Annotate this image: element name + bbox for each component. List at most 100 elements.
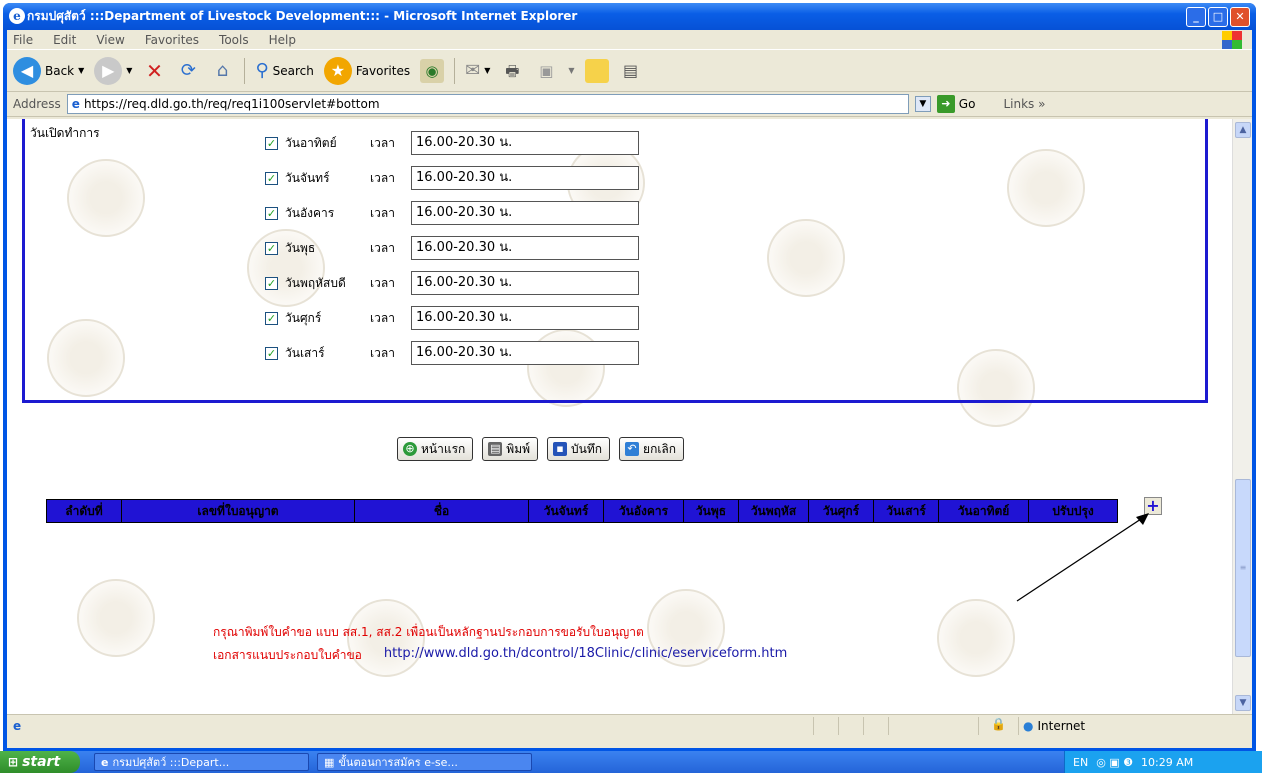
tuesday-checkbox[interactable]: ✓ (265, 206, 278, 220)
col-license-number: เลขที่ใบอนุญาต (122, 500, 355, 522)
vertical-scrollbar[interactable]: ▲ ≡ ▼ (1232, 119, 1252, 714)
discuss-icon[interactable] (584, 58, 609, 83)
status-bar: e 🔒 ● Internet (7, 714, 1252, 736)
media-icon[interactable]: ◉ (420, 58, 445, 83)
print-icon[interactable]: 🖶 (500, 59, 524, 83)
taskbar: ⊞ start e กรมปศุสัตว์ :::Depart... ▦ ขั้… (0, 751, 1262, 773)
mail-button[interactable]: ✉ ▼ (465, 60, 490, 81)
col-saturday: วันเสาร์ (874, 500, 939, 522)
license-table-header: ลำดับที่ เลขที่ใบอนุญาต ชื่อ วันจันทร์ ว… (46, 499, 1118, 523)
menu-bar: File Edit View Favorites Tools Help (7, 30, 1252, 50)
tuesday-time-input[interactable]: 16.00-20.30 น. (411, 201, 639, 225)
day-row-thursday: ✓ วันพฤหัสบดี เวลา 16.00-20.30 น. (265, 270, 639, 296)
address-url: https://req.dld.go.th/req/req1i100servle… (83, 97, 380, 111)
status-segment (813, 716, 838, 735)
refresh-icon[interactable]: ⟳ (176, 59, 200, 83)
saturday-time-input[interactable]: 16.00-20.30 น. (411, 341, 639, 365)
word-document-icon: ▦ (324, 755, 335, 769)
toolbar-divider (454, 57, 456, 84)
title-bar[interactable]: e กรมปศุสัตว์ :::Department of Livestock… (3, 3, 1256, 30)
clock: 10:29 AM (1141, 755, 1194, 769)
address-input[interactable]: e https://req.dld.go.th/req/req1i100serv… (66, 94, 909, 114)
taskbar-item-document[interactable]: ▦ ขั้นตอนการสมัคร e-se... (317, 753, 532, 771)
friday-time-input[interactable]: 16.00-20.30 น. (411, 306, 639, 330)
toolbar-divider (244, 57, 246, 84)
day-row-friday: ✓ วันศุกร์ เวลา 16.00-20.30 น. (265, 305, 639, 331)
research-icon[interactable]: ▤ (619, 59, 643, 83)
thursday-time-input[interactable]: 16.00-20.30 น. (411, 271, 639, 295)
tray-network-icon[interactable]: ◎ ▣ ❸ (1096, 756, 1133, 769)
menu-favorites[interactable]: Favorites (145, 33, 199, 47)
forward-arrow-icon: ▶ (94, 56, 123, 85)
monday-checkbox[interactable]: ✓ (265, 171, 278, 185)
forward-button[interactable]: ▶ ▼ (94, 56, 132, 85)
favorites-button[interactable]: ★ Favorites (323, 56, 410, 85)
print-button[interactable]: ▤ พิมพ์ (482, 437, 539, 461)
menu-view[interactable]: View (96, 33, 124, 47)
windows-logo-icon (1222, 31, 1242, 49)
taskbar-item-browser[interactable]: e กรมปศุสัตว์ :::Depart... (94, 753, 309, 771)
search-icon: ⚲ (255, 60, 269, 81)
lock-icon: 🔒 (978, 716, 1018, 735)
home-icon[interactable]: ⌂ (210, 59, 234, 83)
menu-file[interactable]: File (13, 33, 33, 47)
back-button[interactable]: ◀ Back ▼ (13, 56, 84, 85)
col-order: ลำดับที่ (47, 500, 122, 522)
mail-icon: ✉ (465, 60, 481, 81)
saturday-checkbox[interactable]: ✓ (265, 346, 278, 360)
menu-tools[interactable]: Tools (219, 33, 249, 47)
start-button[interactable]: ⊞ start (0, 751, 80, 773)
home-button[interactable]: ⊕ หน้าแรก (397, 437, 474, 461)
wednesday-checkbox[interactable]: ✓ (265, 241, 278, 255)
sunday-time-input[interactable]: 16.00-20.30 น. (411, 131, 639, 155)
ie-icon: e (101, 755, 109, 769)
language-indicator[interactable]: EN (1073, 756, 1088, 769)
go-button[interactable]: ➜ Go (936, 95, 975, 113)
minimize-button[interactable]: _ (1186, 7, 1206, 27)
thursday-checkbox[interactable]: ✓ (265, 276, 278, 290)
day-row-wednesday: ✓ วันพุธ เวลา 16.00-20.30 น. (265, 235, 639, 261)
wednesday-time-input[interactable]: 16.00-20.30 น. (411, 236, 639, 260)
undo-icon: ↶ (625, 442, 640, 456)
ie-logo-icon: e (9, 8, 25, 24)
page-content: วันเปิดทำการ ✓ วันอาทิตย์ เวลา 16.00-20.… (7, 119, 1232, 714)
stop-icon[interactable]: ✕ (142, 59, 166, 83)
edit-icon[interactable]: ▣ (534, 59, 558, 83)
action-buttons: ⊕ หน้าแรก ▤ พิมพ์ ▪ บันทึก ↶ ยกเลิก (397, 437, 685, 461)
day-row-tuesday: ✓ วันอังคาร เวลา 16.00-20.30 น. (265, 200, 639, 226)
back-arrow-icon: ◀ (13, 56, 41, 85)
attachment-label: เอกสารแนบประกอบใบคำขอ (213, 648, 362, 662)
browser-frame: File Edit View Favorites Tools Help ◀ Ba… (7, 30, 1252, 748)
maximize-button[interactable]: □ (1208, 7, 1228, 27)
links-button[interactable]: Links » (1003, 97, 1045, 111)
friday-checkbox[interactable]: ✓ (265, 311, 278, 325)
day-row-sunday: ✓ วันอาทิตย์ เวลา 16.00-20.30 น. (265, 130, 639, 156)
menu-help[interactable]: Help (269, 33, 296, 47)
monday-time-input[interactable]: 16.00-20.30 น. (411, 166, 639, 190)
printer-icon: ▤ (488, 442, 503, 456)
day-row-monday: ✓ วันจันทร์ เวลา 16.00-20.30 น. (265, 165, 639, 191)
scroll-thumb[interactable]: ≡ (1235, 479, 1251, 657)
scroll-up-button[interactable]: ▲ (1235, 122, 1251, 138)
globe-icon: ● (1023, 718, 1034, 733)
page-icon: e (71, 97, 80, 111)
status-page-icon: e (13, 718, 22, 733)
system-tray: EN ◎ ▣ ❸ 10:29 AM (1064, 751, 1262, 773)
opening-days-label: วันเปิดทำการ (30, 126, 100, 140)
menu-edit[interactable]: Edit (53, 33, 76, 47)
close-button[interactable]: ✕ (1230, 7, 1250, 27)
annotation-arrow (1016, 513, 1149, 602)
address-dropdown-button[interactable]: ▼ (914, 96, 931, 112)
opening-hours-panel: วันเปิดทำการ ✓ วันอาทิตย์ เวลา 16.00-20.… (22, 119, 1208, 403)
sunday-checkbox[interactable]: ✓ (265, 136, 278, 150)
window-title: กรมปศุสัตว์ :::Department of Livestock D… (27, 9, 578, 23)
save-button[interactable]: ▪ บันทึก (547, 437, 611, 461)
col-name: ชื่อ (355, 500, 529, 522)
scroll-down-button[interactable]: ▼ (1235, 695, 1251, 711)
search-button[interactable]: ⚲ Search (255, 60, 313, 81)
cancel-button[interactable]: ↶ ยกเลิก (619, 437, 685, 461)
window-controls: _ □ ✕ (1186, 7, 1250, 27)
col-friday: วันศุกร์ (809, 500, 874, 522)
col-tuesday: วันอังคาร (604, 500, 684, 522)
eservice-form-link[interactable]: http://www.dld.go.th/dcontrol/18Clinic/c… (384, 646, 787, 665)
